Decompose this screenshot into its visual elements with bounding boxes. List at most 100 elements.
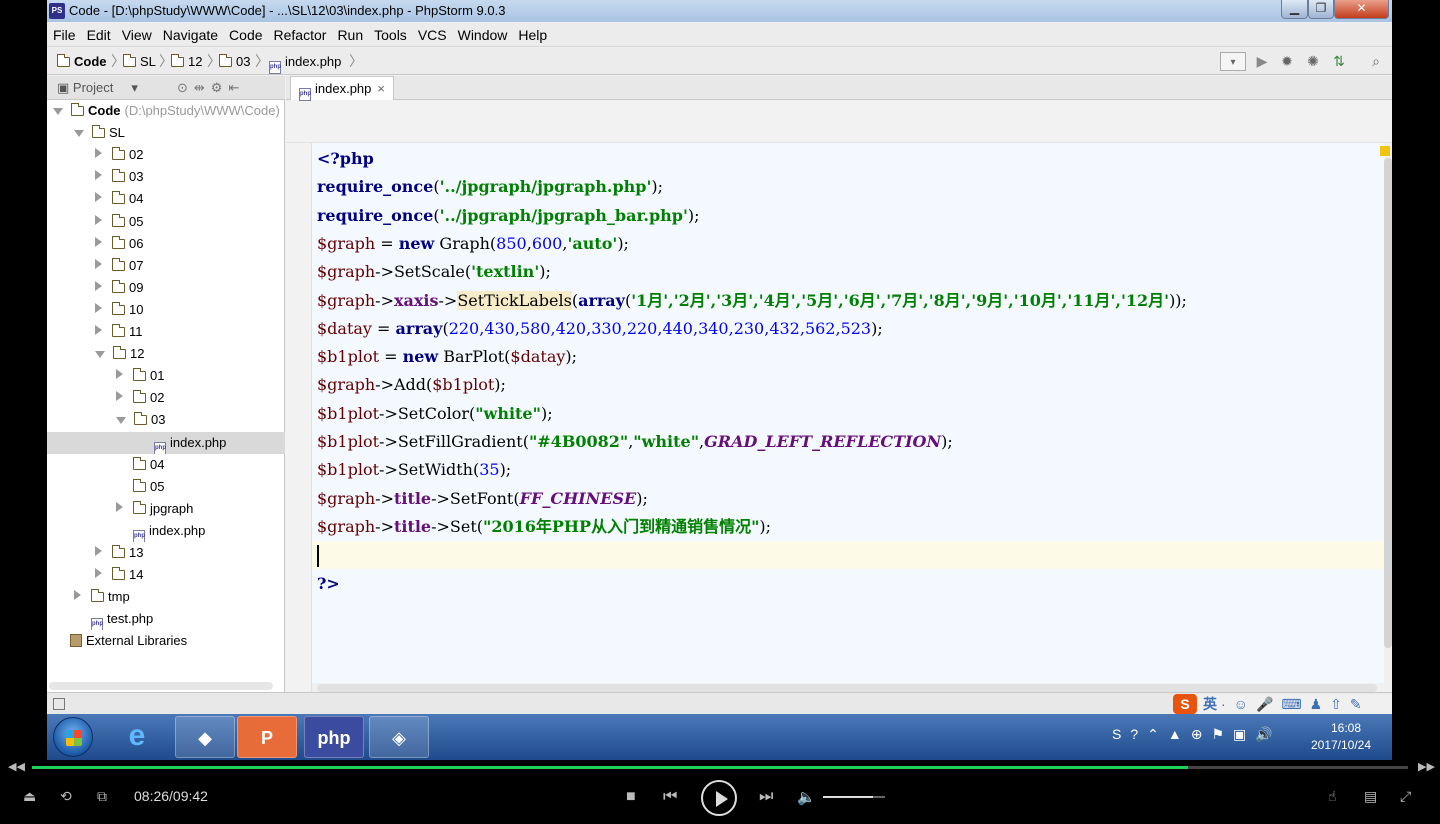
- tree-item[interactable]: 03: [47, 409, 285, 431]
- menu-file[interactable]: File: [47, 23, 81, 47]
- menu-window[interactable]: Window: [452, 23, 513, 47]
- tree-item[interactable]: 06: [47, 233, 285, 255]
- tree-item[interactable]: php index.php: [47, 431, 285, 454]
- expand-arrow-icon[interactable]: [95, 192, 102, 203]
- tree-item[interactable]: 09: [47, 277, 285, 299]
- code-editor[interactable]: <?php require_once('../jpgraph/jpgraph.ph…: [312, 143, 1384, 683]
- expand-arrow-icon[interactable]: [95, 325, 102, 335]
- breadcrumb-03[interactable]: 03: [218, 48, 250, 75]
- stop-icon[interactable]: ■: [626, 788, 636, 806]
- maximize-button[interactable]: ❐: [1308, 0, 1334, 19]
- menu-run[interactable]: Run: [331, 23, 368, 47]
- expand-arrow-icon[interactable]: [116, 369, 123, 380]
- tree-item[interactable]: php index.php: [47, 520, 285, 542]
- internet-explorer-icon[interactable]: e: [107, 716, 167, 758]
- volume-slider[interactable]: [823, 796, 885, 798]
- start-button[interactable]: [53, 717, 93, 757]
- debug-icon[interactable]: ✹: [1278, 52, 1296, 71]
- seek-back-icon[interactable]: ◀◀: [8, 760, 25, 773]
- minimize-button[interactable]: ▁: [1281, 0, 1308, 19]
- run-config-dropdown[interactable]: ▾: [1220, 52, 1246, 71]
- collapse-arrow-icon[interactable]: [53, 108, 63, 115]
- phpstorm-icon[interactable]: php: [304, 716, 364, 758]
- powerpoint-icon[interactable]: P: [237, 716, 297, 758]
- collapse-arrow-icon[interactable]: [95, 351, 105, 359]
- tool-windows-toggle-icon[interactable]: [53, 698, 65, 710]
- menu-navigate[interactable]: Navigate: [157, 23, 223, 47]
- breadcrumb-12[interactable]: 12: [170, 48, 202, 75]
- video-progress-bar[interactable]: [32, 766, 1408, 769]
- breadcrumb-index-php[interactable]: php index.php: [269, 48, 341, 75]
- tree-item[interactable]: 10: [47, 299, 285, 321]
- collapse-arrow-icon[interactable]: [74, 130, 84, 138]
- tree-item[interactable]: 05: [47, 476, 285, 498]
- editor-vertical-scrollbar[interactable]: [1384, 143, 1392, 692]
- ime-language[interactable]: 英: [1203, 696, 1217, 712]
- tree-item[interactable]: 04: [47, 188, 285, 210]
- expand-arrow-icon[interactable]: [95, 214, 102, 225]
- expand-arrow-icon[interactable]: [116, 501, 123, 512]
- tree-item[interactable]: SL: [47, 122, 285, 144]
- search-everywhere-icon[interactable]: ⌕: [1367, 52, 1385, 71]
- tree-item[interactable]: 14: [47, 564, 285, 586]
- expand-arrow-icon[interactable]: [95, 258, 102, 269]
- tree-horizontal-scrollbar[interactable]: [49, 682, 273, 690]
- menu-code[interactable]: Code: [223, 23, 267, 47]
- eject-icon[interactable]: ⏏: [23, 788, 36, 805]
- clock-date[interactable]: 2017/10/24: [1296, 738, 1386, 752]
- tree-item[interactable]: 12: [47, 343, 285, 365]
- collapse-arrow-icon[interactable]: [116, 417, 126, 425]
- tree-item[interactable]: 02: [47, 144, 285, 166]
- hand-tool-icon[interactable]: ☝: [1328, 788, 1337, 805]
- tree-item[interactable]: tmp: [47, 586, 285, 608]
- expand-arrow-icon[interactable]: [95, 170, 102, 181]
- screenshot-icon[interactable]: ⧉: [97, 788, 107, 805]
- tree-item[interactable]: 05: [47, 211, 285, 233]
- repeat-icon[interactable]: ⟲: [60, 788, 72, 805]
- tree-item[interactable]: 07: [47, 255, 285, 277]
- tree-item[interactable]: 13: [47, 542, 285, 564]
- tree-item[interactable]: External Libraries: [47, 630, 285, 652]
- tree-item[interactable]: Code (D:\phpStudy\WWW\Code): [47, 100, 285, 122]
- taskbar-app-1[interactable]: ◆: [175, 716, 235, 758]
- breadcrumb-sl[interactable]: SL: [122, 48, 156, 75]
- inspection-status-icon[interactable]: [1380, 146, 1390, 156]
- tab-index-php[interactable]: php index.php ×: [290, 76, 394, 101]
- expand-arrow-icon[interactable]: [95, 280, 102, 291]
- expand-arrow-icon[interactable]: [95, 302, 102, 313]
- project-view-selector[interactable]: ▣ Project ▾: [57, 76, 138, 100]
- seek-forward-icon[interactable]: ▶▶: [1418, 760, 1435, 773]
- menu-vcs[interactable]: VCS: [412, 23, 452, 47]
- tree-item[interactable]: 01: [47, 365, 285, 387]
- scroll-thumb[interactable]: [1384, 158, 1392, 648]
- expand-arrow-icon[interactable]: [95, 546, 102, 556]
- menu-help[interactable]: Help: [512, 23, 552, 47]
- volume-icon[interactable]: 🔈: [797, 788, 816, 806]
- close-tab-icon[interactable]: ×: [377, 77, 385, 100]
- menu-refactor[interactable]: Refactor: [268, 23, 332, 47]
- tree-item[interactable]: php test.php: [47, 608, 285, 631]
- tree-item[interactable]: 02: [47, 387, 285, 409]
- run-icon[interactable]: ▶: [1253, 52, 1271, 71]
- project-panel-tools[interactable]: ⊙⇹⚙⇤: [177, 76, 245, 100]
- ime-tool-icons[interactable]: ·☺🎤⌨♟⇧✎: [1221, 696, 1370, 712]
- taskbar-app-2[interactable]: ◈: [369, 716, 429, 758]
- expand-arrow-icon[interactable]: [95, 148, 102, 159]
- tree-item[interactable]: 11: [47, 321, 285, 343]
- play-button[interactable]: [701, 780, 737, 816]
- playlist-icon[interactable]: ▤: [1364, 788, 1377, 805]
- tree-item[interactable]: jpgraph: [47, 498, 285, 520]
- sogou-ime-toolbar[interactable]: S 英 ·☺🎤⌨♟⇧✎: [1173, 694, 1392, 714]
- menu-view[interactable]: View: [116, 23, 157, 47]
- tree-item[interactable]: 03: [47, 166, 285, 188]
- fullscreen-icon[interactable]: ⤢: [1400, 788, 1411, 805]
- tree-item[interactable]: 04: [47, 454, 285, 476]
- previous-icon[interactable]: ⏮: [663, 788, 677, 806]
- expand-arrow-icon[interactable]: [95, 568, 102, 579]
- editor-horizontal-scrollbar[interactable]: [317, 684, 1377, 692]
- expand-arrow-icon[interactable]: [74, 590, 81, 601]
- coverage-icon[interactable]: ✺: [1304, 52, 1322, 71]
- tray-icons[interactable]: S?⌃▲⊕⚑▣🔊: [1112, 726, 1282, 743]
- menu-edit[interactable]: Edit: [81, 23, 116, 47]
- clock-time[interactable]: 16:08: [1306, 721, 1386, 735]
